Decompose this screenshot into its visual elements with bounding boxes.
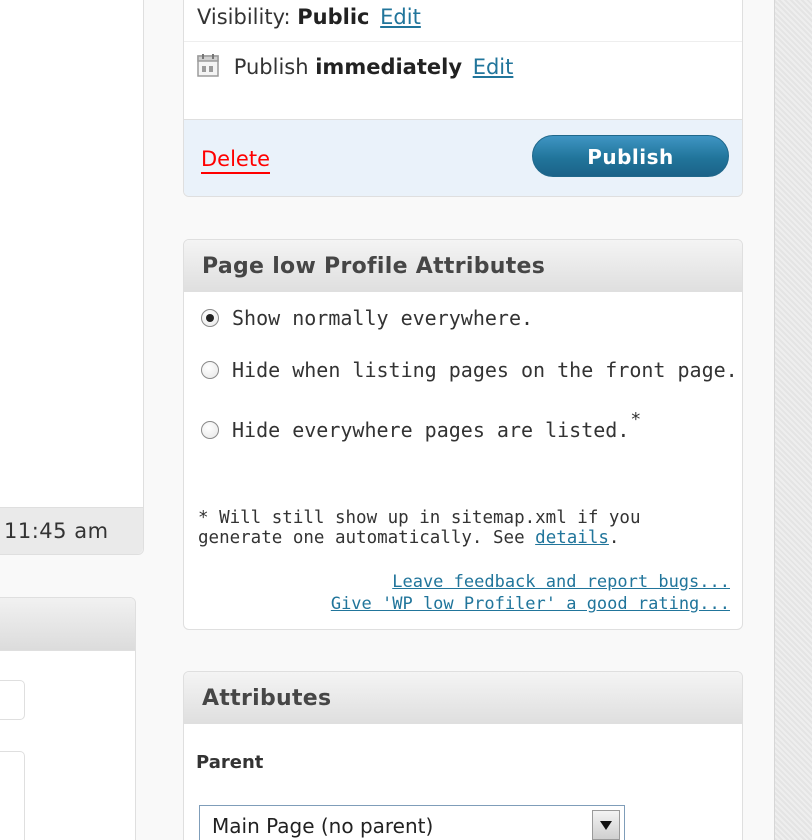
radio-label: Hide when listing pages on the front pag… [232, 358, 738, 382]
radio-option-hide-everywhere[interactable]: Hide everywhere pages are listed.* [201, 409, 641, 442]
radio-label: Hide everywhere pages are listed. [232, 418, 630, 442]
footnote-marker: * [630, 409, 642, 430]
radio-option-show-normally[interactable]: Show normally everywhere. [201, 306, 533, 330]
publish-schedule-label: Publish [233, 55, 309, 79]
parent-label: Parent [196, 752, 264, 773]
note-end: . [608, 528, 620, 548]
calendar-icon [197, 53, 219, 77]
delete-link[interactable]: Delete [201, 146, 270, 174]
visibility-value: Public [297, 5, 370, 29]
left-text-input[interactable] [0, 680, 25, 720]
page: 11:45 am Visibility: Public Edit Publish… [0, 0, 812, 840]
radio-option-hide-front-page[interactable]: Hide when listing pages on the front pag… [201, 358, 738, 382]
chevron-down-icon[interactable] [592, 810, 620, 840]
visibility-row: Visibility: Public Edit [197, 5, 421, 29]
window-scrollbar[interactable] [774, 0, 812, 840]
schedule-edit-link[interactable]: Edit [473, 55, 514, 79]
left-metabox-header[interactable] [0, 598, 135, 651]
rating-link[interactable]: Give 'WP low Profiler' a good rating... [331, 593, 730, 615]
visibility-label: Visibility: [197, 5, 291, 29]
radio-checked-icon[interactable] [201, 309, 219, 327]
attributes-title[interactable]: Attributes [184, 672, 742, 724]
visibility-edit-link[interactable]: Edit [380, 5, 421, 29]
radio-unchecked-icon[interactable] [201, 361, 219, 379]
radio-label: Show normally everywhere. [232, 306, 534, 330]
publish-button[interactable]: Publish [532, 135, 729, 177]
note-line-1: * Will still show up in sitemap.xml if y… [198, 508, 641, 528]
feedback-link[interactable]: Leave feedback and report bugs... [331, 571, 730, 593]
low-profile-title[interactable]: Page low Profile Attributes [184, 240, 742, 292]
radio-unchecked-icon[interactable] [201, 421, 219, 439]
left-textarea[interactable] [0, 751, 25, 840]
last-edited-time: 11:45 am [4, 519, 109, 543]
divider [184, 41, 742, 42]
low-profile-box: Page low Profile Attributes Show normall… [183, 239, 743, 630]
editor-panel [0, 0, 144, 555]
parent-select-value: Main Page (no parent) [212, 814, 434, 838]
publish-actions: Delete Publish [184, 119, 742, 196]
attributes-box: Attributes Parent Main Page (no parent) [183, 671, 743, 840]
publish-schedule-value: immediately [315, 55, 463, 79]
details-link[interactable]: details [535, 528, 609, 548]
note-line-2: generate one automatically. See [198, 528, 536, 548]
publish-box: Visibility: Public Edit Publish immediat… [183, 0, 743, 197]
sitemap-note: * Will still show up in sitemap.xml if y… [198, 508, 738, 548]
plugin-links: Leave feedback and report bugs... Give '… [331, 571, 730, 615]
publish-schedule-row: Publish immediately Edit [197, 53, 513, 79]
parent-select[interactable]: Main Page (no parent) [199, 805, 625, 840]
